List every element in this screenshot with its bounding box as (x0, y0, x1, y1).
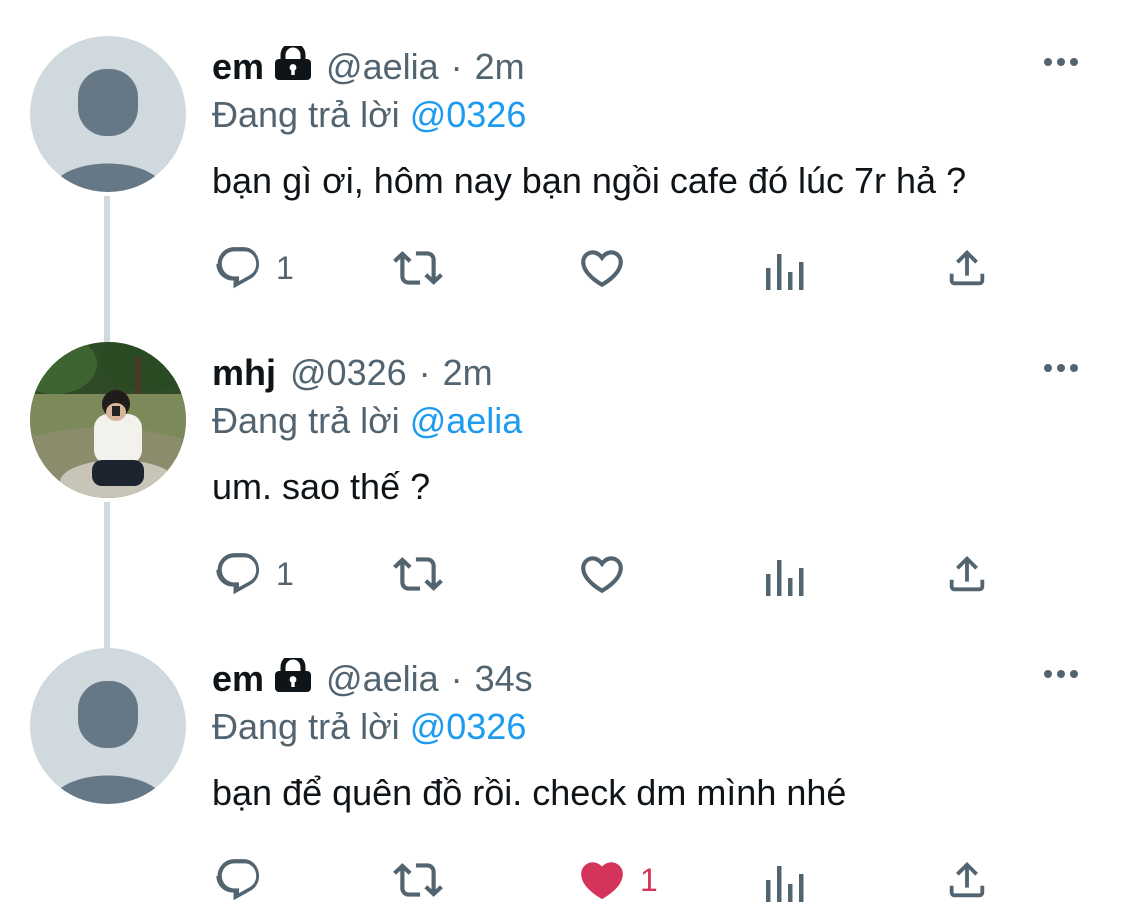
reply-button[interactable]: 1 (214, 544, 294, 604)
default-avatar-icon (30, 648, 186, 804)
reply-icon (216, 859, 260, 901)
separator: · (450, 658, 463, 699)
like-icon (581, 556, 623, 594)
action-bar: 1 (212, 544, 1012, 604)
lock-icon (274, 654, 312, 701)
views-button[interactable] (764, 850, 808, 910)
liked-heart-icon (581, 862, 623, 900)
reply-button[interactable] (214, 850, 264, 910)
timestamp[interactable]: 2m (475, 46, 525, 88)
retweet-icon (393, 863, 443, 897)
reply-mention[interactable]: @0326 (410, 706, 527, 747)
share-button[interactable] (944, 238, 990, 298)
reply-mention[interactable]: @0326 (410, 94, 527, 135)
tweet-header: em @aelia · 2m (212, 42, 525, 92)
share-icon (949, 555, 985, 592)
separator: · (418, 352, 431, 393)
reply-button[interactable]: 1 (214, 238, 294, 298)
handle[interactable]: @0326 (290, 352, 407, 394)
like-icon (581, 250, 623, 288)
reply-icon (216, 247, 260, 289)
reply-icon (216, 553, 260, 595)
retweet-button[interactable] (388, 238, 448, 298)
reply-prefix: Đang trả lời (212, 706, 400, 747)
reply-context: Đang trả lời @0326 (212, 706, 526, 748)
separator: · (450, 46, 463, 87)
more-icon[interactable] (1043, 55, 1079, 74)
like-button[interactable] (576, 544, 628, 604)
reply-count: 1 (276, 249, 294, 286)
reply-context: Đang trả lời @0326 (212, 94, 526, 136)
views-icon (766, 254, 804, 290)
avatar[interactable] (30, 36, 186, 192)
photo-avatar-icon (30, 342, 186, 498)
action-bar: 1 (212, 238, 1012, 298)
views-icon (766, 560, 804, 596)
views-icon (766, 866, 804, 902)
views-button[interactable] (764, 544, 808, 604)
retweet-button[interactable] (388, 850, 448, 910)
action-bar: 1 (212, 850, 1012, 910)
reply-count: 1 (276, 555, 294, 592)
timestamp[interactable]: 2m (443, 352, 493, 394)
tweet-header: em @aelia · 34s (212, 654, 533, 704)
default-avatar-icon (30, 36, 186, 192)
tweet[interactable]: em @aelia · 2m Đang trả lời @0326 bạn gì… (0, 0, 1125, 306)
tweet[interactable]: em @aelia · 34s Đang trả lời @0326 bạn đ… (0, 612, 1125, 918)
reply-prefix: Đang trả lời (212, 400, 400, 441)
like-button[interactable] (576, 238, 628, 298)
avatar[interactable] (30, 342, 186, 498)
more-icon[interactable] (1043, 667, 1079, 686)
tweet-header: mhj @0326 · 2m (212, 348, 493, 398)
reply-context: Đang trả lời @aelia (212, 400, 522, 442)
handle[interactable]: @aelia (326, 46, 439, 88)
more-icon[interactable] (1043, 361, 1079, 380)
share-icon (949, 861, 985, 898)
retweet-button[interactable] (388, 544, 448, 604)
like-button[interactable]: 1 (576, 850, 658, 910)
retweet-icon (393, 251, 443, 285)
reply-mention[interactable]: @aelia (410, 400, 523, 441)
display-name[interactable]: mhj (212, 352, 276, 394)
share-icon (949, 249, 985, 286)
retweet-icon (393, 557, 443, 591)
display-name[interactable]: em (212, 658, 264, 700)
share-button[interactable] (944, 850, 990, 910)
timestamp[interactable]: 34s (475, 658, 533, 700)
tweet[interactable]: mhj @0326 · 2m Đang trả lời @aelia um. s… (0, 306, 1125, 612)
lock-icon (274, 42, 312, 89)
reply-prefix: Đang trả lời (212, 94, 400, 135)
display-name[interactable]: em (212, 46, 264, 88)
like-count: 1 (640, 861, 658, 898)
handle[interactable]: @aelia (326, 658, 439, 700)
avatar[interactable] (30, 648, 186, 804)
tweet-text: um. sao thế ? (212, 466, 431, 507)
tweet-text: bạn để quên đồ rồi. check dm mình nhé (212, 772, 847, 813)
tweet-text: bạn gì ơi, hôm nay bạn ngồi cafe đó lúc … (212, 160, 967, 201)
share-button[interactable] (944, 544, 990, 604)
views-button[interactable] (764, 238, 808, 298)
